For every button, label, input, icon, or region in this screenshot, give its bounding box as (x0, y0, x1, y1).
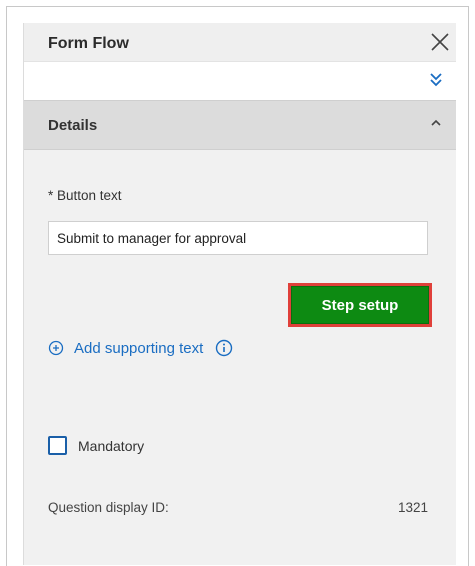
mandatory-checkbox[interactable] (48, 436, 67, 455)
add-supporting-text-link[interactable]: Add supporting text (48, 338, 233, 358)
panel-title: Form Flow (48, 35, 129, 52)
panel-header: Form Flow (24, 23, 456, 61)
button-text-input[interactable] (48, 221, 428, 255)
button-text-label: * Button text (48, 188, 122, 203)
details-section-header[interactable]: Details (24, 100, 456, 150)
panel-subbar (24, 61, 456, 100)
mandatory-label: Mandatory (78, 437, 145, 454)
step-setup-button[interactable]: Step setup (291, 286, 429, 324)
form-flow-panel: Form Flow Details * Button text Step set… (23, 23, 456, 565)
close-icon[interactable] (429, 31, 451, 53)
info-icon[interactable] (215, 339, 233, 357)
plus-circle-icon (48, 340, 64, 356)
question-display-id-label: Question display ID: (48, 500, 169, 515)
question-display-id-value: 1321 (397, 500, 428, 515)
chevron-up-icon[interactable] (428, 115, 444, 131)
details-section-title: Details (48, 117, 98, 134)
mandatory-checkbox-row[interactable]: Mandatory (48, 436, 144, 455)
add-supporting-text-label: Add supporting text (74, 339, 204, 357)
double-chevron-down-icon[interactable] (428, 70, 444, 90)
